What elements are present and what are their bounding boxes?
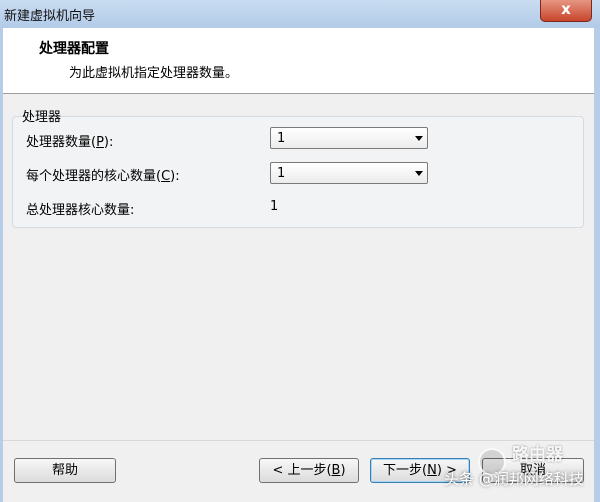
next-button-hotkey: N xyxy=(427,463,437,478)
cores-per-processor-hotkey: C xyxy=(161,169,171,184)
close-icon[interactable]: x xyxy=(561,0,571,18)
processor-count-label-text: 处理器数量( xyxy=(26,135,97,150)
total-cores-label: 总处理器核心数量: xyxy=(26,203,135,218)
cores-per-processor-label: 每个处理器的核心数量(C): xyxy=(26,165,180,184)
footer-divider xyxy=(3,440,594,441)
processor-group-label: 处理器 xyxy=(22,110,62,125)
window-frame-right xyxy=(594,28,600,502)
cores-per-processor-select[interactable]: 1 xyxy=(270,162,428,184)
processor-count-select[interactable]: 1 xyxy=(270,127,428,149)
processor-count-value: 1 xyxy=(277,131,286,146)
window-title: 新建虚拟机向导 xyxy=(4,9,96,24)
cores-per-processor-label-text: 每个处理器的核心数量( xyxy=(26,169,162,184)
processor-count-label: 处理器数量(P): xyxy=(26,131,113,150)
total-cores-value: 1 xyxy=(270,199,279,214)
watermark-text: 头条 @润邦网络科技 xyxy=(444,470,584,488)
help-button[interactable]: 帮助 xyxy=(14,458,116,483)
cores-per-processor-label-suffix: ): xyxy=(170,169,180,184)
next-button-label: 下一步( xyxy=(383,463,428,478)
watermark-brand: 路由器 xyxy=(512,445,563,465)
processor-count-label-suffix: ): xyxy=(103,135,114,150)
close-button[interactable]: x xyxy=(540,0,592,22)
chevron-down-icon xyxy=(415,136,423,141)
title-bar: 新建虚拟机向导 x xyxy=(0,0,600,28)
processor-count-hotkey: P xyxy=(96,135,104,150)
back-button-label: < 上一步( xyxy=(272,463,332,478)
page-subtitle: 为此虚拟机指定处理器数量。 xyxy=(69,66,239,81)
chevron-down-icon xyxy=(415,171,423,176)
wizard-header: 处理器配置 为此虚拟机指定处理器数量。 xyxy=(3,28,594,94)
cores-per-processor-value: 1 xyxy=(277,166,286,181)
page-title: 处理器配置 xyxy=(39,41,109,57)
back-button-label-suffix: ) xyxy=(340,463,346,478)
back-button[interactable]: < 上一步(B) xyxy=(259,458,359,483)
